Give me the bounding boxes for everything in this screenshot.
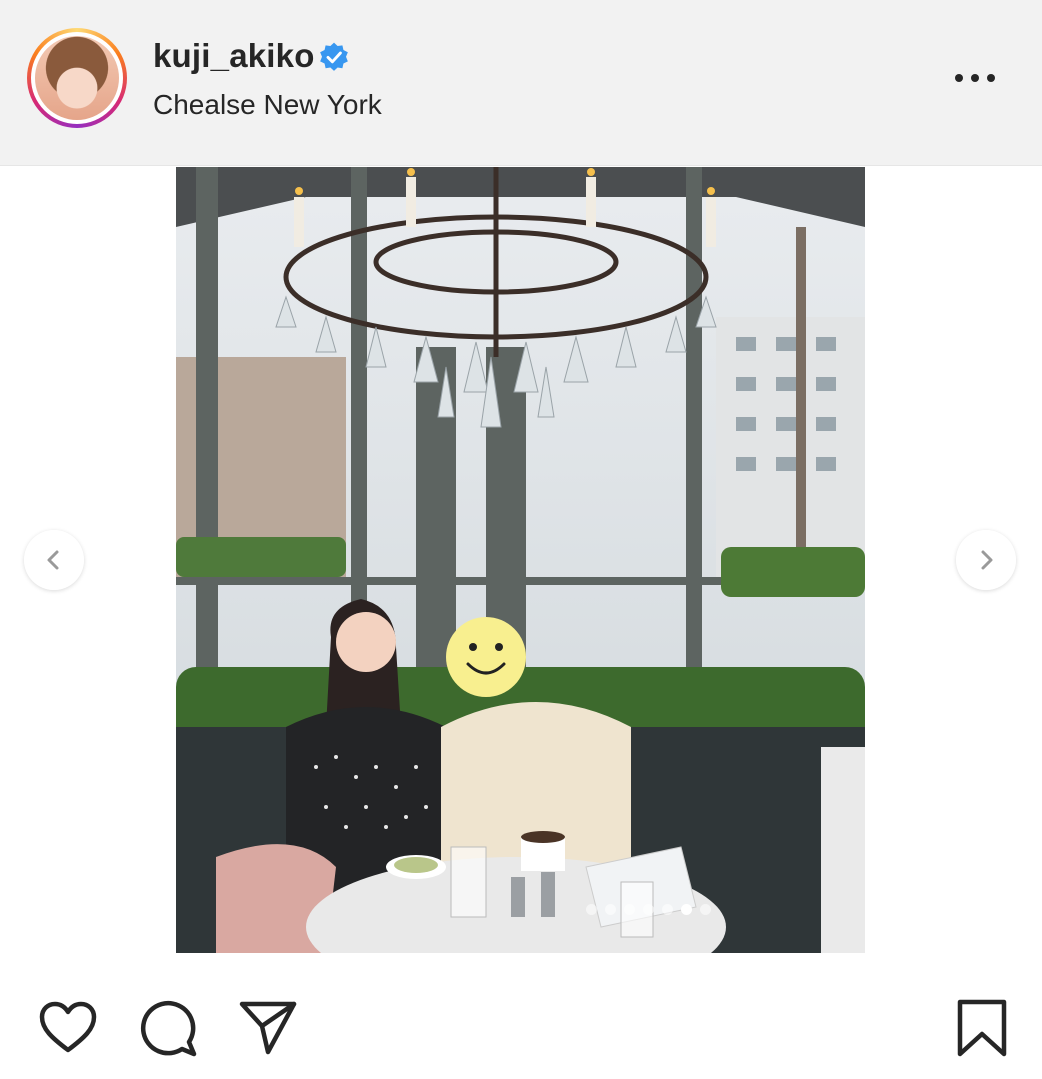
more-options-icon[interactable]: [950, 62, 1000, 94]
carousel-dot-active: [681, 904, 692, 915]
story-ring[interactable]: [27, 28, 127, 128]
post-media: [0, 167, 1042, 954]
carousel-dot: [643, 904, 654, 915]
username[interactable]: kuji_akiko: [153, 37, 315, 75]
carousel-dot: [605, 904, 616, 915]
heart-icon[interactable]: [36, 996, 100, 1060]
avatar-gap: [31, 32, 123, 124]
bookmark-icon[interactable]: [950, 996, 1014, 1060]
post-photo[interactable]: [176, 167, 865, 953]
paper-plane-icon[interactable]: [236, 996, 300, 1060]
carousel-dot: [662, 904, 673, 915]
comment-icon[interactable]: [136, 996, 200, 1060]
verified-badge-icon: [320, 42, 348, 71]
carousel-indicator: [586, 904, 711, 915]
carousel-dot: [700, 904, 711, 915]
carousel-prev-button[interactable]: [24, 530, 84, 590]
avatar[interactable]: [35, 36, 119, 120]
photo-illustration: [176, 167, 865, 953]
post-header: kuji_akiko Chealse New York: [0, 0, 1042, 166]
post-actions-bar: [0, 970, 1042, 1079]
chevron-right-icon: [981, 550, 993, 570]
chevron-left-icon: [47, 550, 59, 570]
carousel-dot: [624, 904, 635, 915]
carousel-dot: [586, 904, 597, 915]
post-location[interactable]: Chealse New York: [153, 89, 382, 121]
carousel-next-button[interactable]: [956, 530, 1016, 590]
